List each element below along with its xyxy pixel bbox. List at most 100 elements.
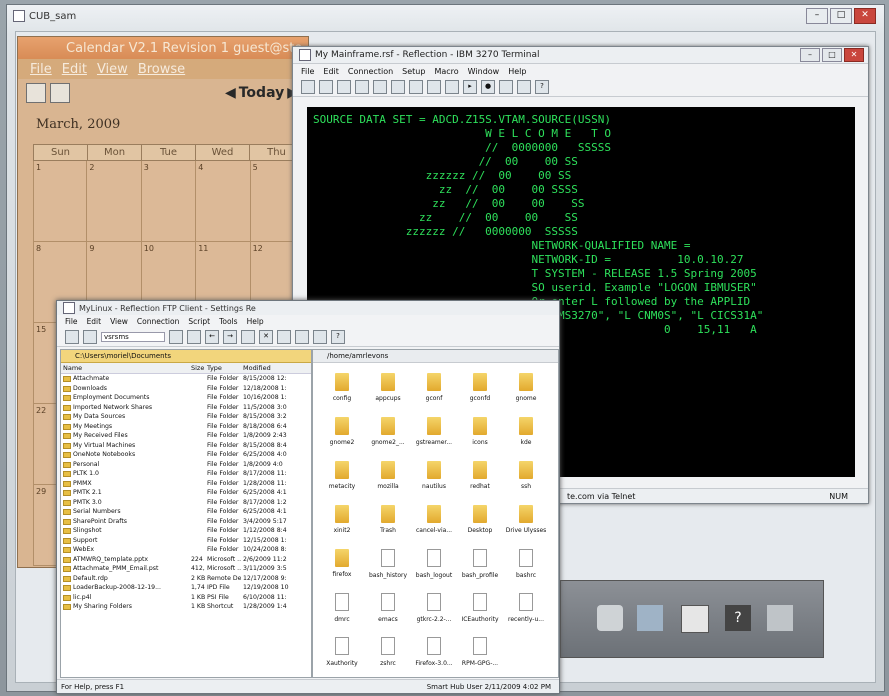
- help-icon[interactable]: ?: [535, 80, 549, 94]
- table-row[interactable]: LoaderBackup-2008-12-19...1,748 KBIPD Fi…: [61, 583, 311, 593]
- remote-item[interactable]: zshrc: [365, 631, 411, 671]
- remote-item[interactable]: config: [319, 367, 365, 407]
- table-row[interactable]: PMMX File Folder 1/28/2008 11:: [61, 479, 311, 489]
- calendar-day-cell[interactable]: 1: [33, 161, 88, 242]
- table-row[interactable]: Employment Documents File Folder 10/16/200…: [61, 393, 311, 403]
- table-row[interactable]: Imported Network Shares File Folder 11/5/2…: [61, 403, 311, 413]
- remote-item[interactable]: cancel-via...: [411, 499, 457, 539]
- today-button[interactable]: Today: [239, 85, 284, 101]
- open-icon[interactable]: [65, 330, 79, 344]
- table-row[interactable]: lic.p4l 1 KB PSI File 6/10/2008 11:: [61, 593, 311, 603]
- printer-icon[interactable]: [597, 605, 623, 631]
- table-row[interactable]: My Data Sources File Folder 8/15/2008 3:2: [61, 412, 311, 422]
- remote-item[interactable]: Drive Ulysses: [503, 499, 549, 539]
- remote-item[interactable]: Desktop: [457, 499, 503, 539]
- delete-icon[interactable]: ✕: [259, 330, 273, 344]
- table-row[interactable]: PMTK 3.0 File Folder 8/17/2008 1:2: [61, 498, 311, 508]
- table-row[interactable]: Personal File Folder 1/8/2009 4:0: [61, 460, 311, 470]
- table-row[interactable]: Attachmate_PMM_Email.pst412,085...Micros…: [61, 564, 311, 574]
- ftp-window[interactable]: MyLinux - Reflection FTP Client - Settin…: [56, 300, 560, 694]
- calendar-titlebar[interactable]: Calendar V2.1 Revision 1 guest@sto: [18, 37, 308, 59]
- table-row[interactable]: OneNote Notebooks File Folder 6/25/2008 4:…: [61, 450, 311, 460]
- save-icon[interactable]: [337, 80, 351, 94]
- close-button[interactable]: ✕: [844, 48, 864, 62]
- menu-help[interactable]: Help: [247, 317, 264, 326]
- menu-view[interactable]: View: [97, 62, 128, 77]
- column-name[interactable]: Name: [61, 363, 189, 373]
- remote-item[interactable]: recently-u...: [503, 587, 549, 627]
- menu-view[interactable]: View: [110, 317, 128, 326]
- print-icon[interactable]: [355, 80, 369, 94]
- table-row[interactable]: Default.rdp2 KBRemote De...12/17/2008 9:: [61, 574, 311, 584]
- remote-item[interactable]: bash_history: [365, 543, 411, 583]
- new-appointment-icon[interactable]: [26, 83, 46, 103]
- table-row[interactable]: Slingshot File Folder 1/12/2008 8:4: [61, 526, 311, 536]
- remote-item[interactable]: gtkrc-2.2-...: [411, 587, 457, 627]
- menu-file[interactable]: File: [30, 62, 52, 77]
- forward-icon[interactable]: →: [223, 330, 237, 344]
- help-icon[interactable]: ?: [331, 330, 345, 344]
- refresh-icon[interactable]: [187, 330, 201, 344]
- calendar-day-cell[interactable]: 4: [196, 161, 251, 242]
- remote-item[interactable]: bash_profile: [457, 543, 503, 583]
- table-row[interactable]: Serial Numbers File Folder 6/25/2008 4:1: [61, 507, 311, 517]
- remote-item[interactable]: bashrc: [503, 543, 549, 583]
- record-icon[interactable]: ●: [481, 80, 495, 94]
- edit-icon[interactable]: [50, 83, 70, 103]
- table-row[interactable]: PLTK 1.0 File Folder 8/17/2008 11:: [61, 469, 311, 479]
- menu-edit[interactable]: Edit: [323, 67, 339, 76]
- menu-connection[interactable]: Connection: [137, 317, 179, 326]
- remote-item[interactable]: firefox: [319, 543, 365, 583]
- remote-item[interactable]: RPM-GPG-...: [457, 631, 503, 671]
- maximize-button[interactable]: □: [822, 48, 842, 62]
- new-icon[interactable]: [301, 80, 315, 94]
- remote-item[interactable]: dmrc: [319, 587, 365, 627]
- network-icon[interactable]: [637, 605, 663, 631]
- mainframe-titlebar[interactable]: My Mainframe.rsf - Reflection - IBM 3270…: [293, 47, 868, 64]
- close-button[interactable]: ✕: [854, 8, 876, 24]
- menu-edit[interactable]: Edit: [87, 317, 102, 326]
- calendar-day-cell[interactable]: 2: [87, 161, 142, 242]
- remote-item[interactable]: xinit2: [319, 499, 365, 539]
- play-icon[interactable]: ▸: [463, 80, 477, 94]
- remote-item[interactable]: gnome2: [319, 411, 365, 451]
- menu-help[interactable]: Help: [508, 67, 526, 76]
- open-icon[interactable]: [319, 80, 333, 94]
- menu-setup[interactable]: Setup: [402, 67, 425, 76]
- table-row[interactable]: Support File Folder 12/15/2008 1:: [61, 536, 311, 546]
- help-book-icon[interactable]: ?: [725, 605, 751, 631]
- table-row[interactable]: My Meetings File Folder 8/18/2008 6:4: [61, 422, 311, 432]
- menu-connection[interactable]: Connection: [348, 67, 393, 76]
- menu-file[interactable]: File: [301, 67, 314, 76]
- menu-tools[interactable]: Tools: [219, 317, 237, 326]
- table-row[interactable]: My Virtual Machines File Folder 8/15/2008 …: [61, 441, 311, 451]
- remote-item[interactable]: nautilus: [411, 455, 457, 495]
- keyboard-icon[interactable]: [517, 80, 531, 94]
- remote-item[interactable]: kde: [503, 411, 549, 451]
- menu-script[interactable]: Script: [188, 317, 210, 326]
- display-icon[interactable]: [499, 80, 513, 94]
- table-row[interactable]: My Sharing Folders 1 KB Shortcut 1/28/2009 …: [61, 602, 311, 612]
- copy-icon[interactable]: [373, 80, 387, 94]
- table-row[interactable]: My Received Files File Folder 1/8/2009 2:4…: [61, 431, 311, 441]
- remote-item[interactable]: Xauthority: [319, 631, 365, 671]
- disconnect-icon[interactable]: [427, 80, 441, 94]
- settings-icon[interactable]: [445, 80, 459, 94]
- paste-icon[interactable]: [391, 80, 405, 94]
- table-row[interactable]: Attachmate File Folder 8/15/2008 12:: [61, 374, 311, 384]
- remote-item[interactable]: Trash: [365, 499, 411, 539]
- table-row[interactable]: PMTK 2.1 File Folder 6/25/2008 4:1: [61, 488, 311, 498]
- table-row[interactable]: WebEx File Folder 10/24/2008 8:: [61, 545, 311, 555]
- column-type[interactable]: Type: [205, 363, 241, 373]
- prev-arrow-icon[interactable]: ◀: [225, 85, 236, 101]
- remote-item[interactable]: Firefox-3.0...: [411, 631, 457, 671]
- minimize-button[interactable]: –: [806, 8, 828, 24]
- menu-macro[interactable]: Macro: [434, 67, 458, 76]
- up-folder-icon[interactable]: [241, 330, 255, 344]
- view-details-icon[interactable]: [295, 330, 309, 344]
- remote-item[interactable]: ssh: [503, 455, 549, 495]
- ftp-titlebar[interactable]: MyLinux - Reflection FTP Client - Settin…: [57, 301, 559, 315]
- menu-window[interactable]: Window: [468, 67, 500, 76]
- minimize-button[interactable]: –: [800, 48, 820, 62]
- tools-icon[interactable]: [767, 605, 793, 631]
